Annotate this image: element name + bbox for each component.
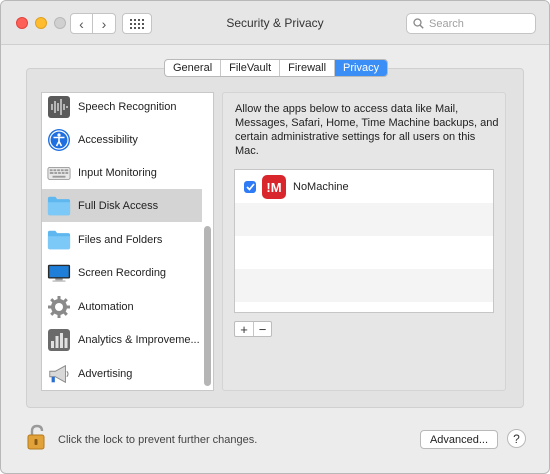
- access-description: Allow the apps below to access data like…: [235, 103, 499, 157]
- tab-firewall[interactable]: Firewall: [280, 60, 336, 76]
- tab-filevault[interactable]: FileVault: [221, 60, 281, 76]
- tab-bar: General FileVault Firewall Privacy: [164, 59, 389, 77]
- app-row[interactable]: !M NoMachine: [235, 170, 493, 203]
- list-item-label: Full Disk Access: [78, 199, 159, 212]
- list-item-advertising[interactable]: Advertising: [42, 357, 202, 390]
- keyboard-icon: [47, 161, 71, 185]
- list-item-speech-recognition[interactable]: Speech Recognition: [42, 93, 202, 123]
- checkmark-icon: [245, 183, 255, 191]
- speech-recognition-icon: [47, 95, 71, 119]
- add-remove-control: + −: [234, 321, 272, 337]
- search-icon: [413, 18, 424, 29]
- gear-icon: [47, 295, 71, 319]
- advanced-button[interactable]: Advanced...: [420, 430, 498, 449]
- list-item-analytics[interactable]: Analytics & Improveme...: [42, 323, 202, 356]
- tab-general[interactable]: General: [165, 60, 222, 76]
- list-item-screen-recording[interactable]: Screen Recording: [42, 256, 202, 289]
- list-item-automation[interactable]: Automation: [42, 290, 202, 323]
- security-privacy-window: ‹ › Security & Privacy Search General Fi…: [0, 0, 550, 474]
- empty-row: [235, 236, 493, 269]
- folder-icon: [47, 228, 71, 252]
- empty-row: [235, 203, 493, 236]
- list-item-label: Speech Recognition: [78, 100, 177, 113]
- list-item-label: Files and Folders: [78, 233, 163, 246]
- nomachine-icon: !M: [262, 175, 286, 199]
- lock-icon[interactable]: [27, 424, 47, 450]
- app-checkbox[interactable]: [244, 181, 256, 193]
- list-item-label: Input Monitoring: [78, 166, 157, 179]
- lock-message: Click the lock to prevent further change…: [58, 434, 258, 446]
- list-item-input-monitoring[interactable]: Input Monitoring: [42, 156, 202, 189]
- empty-row: [235, 269, 493, 302]
- list-item-label: Screen Recording: [78, 266, 167, 279]
- megaphone-icon: [47, 362, 71, 386]
- search-input[interactable]: Search: [406, 13, 536, 34]
- add-button[interactable]: +: [235, 322, 253, 337]
- list-item-label: Advertising: [78, 367, 133, 380]
- accessibility-icon: [47, 128, 71, 152]
- list-item-label: Automation: [78, 300, 134, 313]
- display-icon: [47, 261, 71, 285]
- list-item-files-and-folders[interactable]: Files and Folders: [42, 223, 202, 256]
- analytics-icon: [47, 328, 71, 352]
- list-item-full-disk-access[interactable]: Full Disk Access: [42, 189, 202, 222]
- app-list[interactable]: !M NoMachine: [234, 169, 494, 313]
- list-item-label: Accessibility: [78, 133, 138, 146]
- list-item-accessibility[interactable]: Accessibility: [42, 123, 202, 156]
- list-scrollbar-thumb[interactable]: [204, 226, 211, 386]
- app-name: NoMachine: [293, 181, 349, 193]
- folder-icon: [47, 194, 71, 218]
- search-placeholder: Search: [429, 17, 464, 30]
- title-bar: ‹ › Security & Privacy Search: [1, 1, 549, 45]
- help-button[interactable]: ?: [507, 429, 526, 448]
- list-item-label: Analytics & Improveme...: [78, 333, 200, 346]
- tab-privacy[interactable]: Privacy: [335, 60, 388, 76]
- remove-button[interactable]: −: [253, 322, 271, 337]
- privacy-category-list[interactable]: Speech Recognition Accessibility Input M…: [41, 92, 214, 391]
